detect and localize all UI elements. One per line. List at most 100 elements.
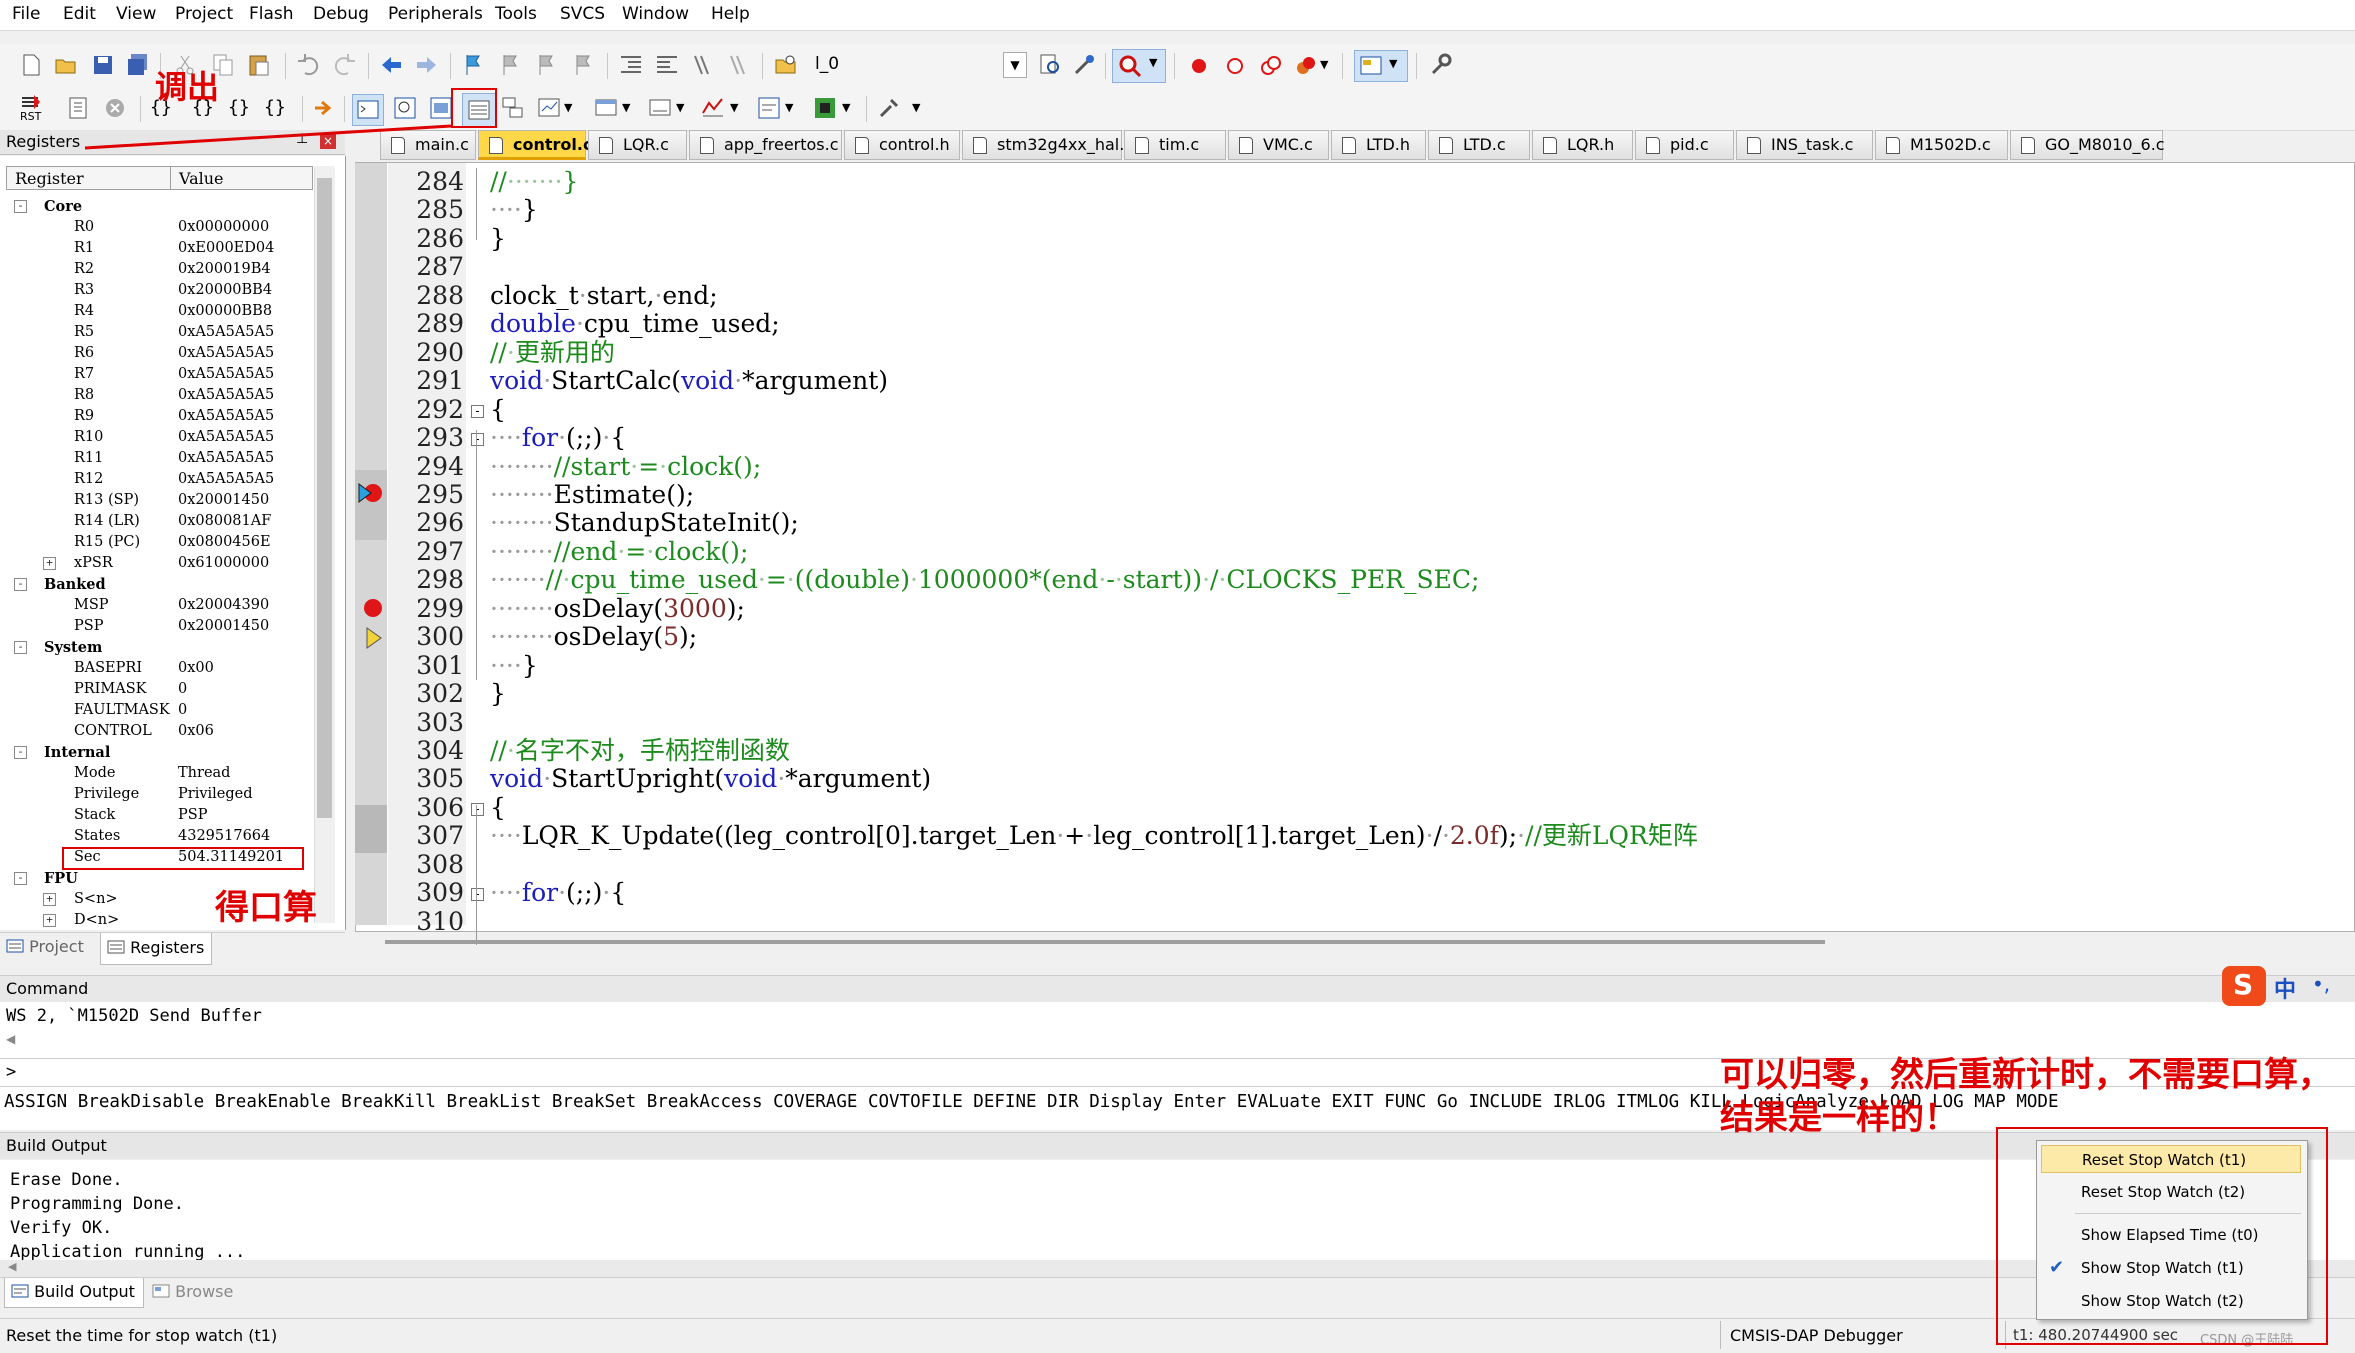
collapse-icon[interactable]: - bbox=[14, 578, 27, 591]
breakpoint-insert-icon[interactable] bbox=[1186, 53, 1212, 79]
register-row[interactable]: R8 0xA5A5A5A5 bbox=[74, 385, 274, 406]
collapse-icon[interactable]: - bbox=[14, 641, 27, 654]
call-stack-window-icon[interactable] bbox=[500, 95, 526, 121]
tab-project[interactable]: Project bbox=[6, 937, 84, 961]
code-line[interactable]: ········StandupStateInit(); bbox=[490, 509, 799, 537]
code-line[interactable]: { bbox=[490, 793, 506, 822]
code-line[interactable]: ····} bbox=[490, 651, 538, 680]
collapse-icon[interactable]: - bbox=[14, 872, 27, 885]
menu-help[interactable]: Help bbox=[711, 4, 750, 24]
fold-toggle-icon[interactable]: - bbox=[471, 802, 484, 816]
new-file-icon[interactable] bbox=[18, 52, 44, 78]
nav-back-icon[interactable] bbox=[378, 52, 404, 78]
menu-project[interactable]: Project bbox=[175, 4, 233, 24]
registers-scroll-thumb[interactable] bbox=[317, 178, 332, 818]
code-line[interactable]: } bbox=[490, 224, 506, 253]
register-row[interactable]: Stack PSP bbox=[74, 805, 207, 826]
code-line[interactable]: double·cpu_time_used; bbox=[490, 310, 780, 338]
watch-window-icon[interactable] bbox=[536, 95, 562, 121]
menu-edit[interactable]: Edit bbox=[63, 4, 96, 24]
bookmark-next-icon[interactable] bbox=[533, 52, 559, 78]
target-dropdown-arrow[interactable]: ▼ bbox=[1003, 52, 1027, 78]
step-out-icon[interactable]: {} bbox=[228, 97, 250, 118]
ime-logo[interactable]: S bbox=[2222, 966, 2266, 1006]
register-value[interactable]: 0x00 bbox=[178, 658, 214, 679]
trace-window-icon[interactable] bbox=[756, 95, 782, 121]
file-tab[interactable]: pid.c bbox=[1635, 130, 1734, 160]
register-value[interactable]: 0x20000BB4 bbox=[178, 280, 272, 301]
bookmark-prev-icon[interactable] bbox=[497, 52, 523, 78]
code-line[interactable]: ····for·(;;)·{ bbox=[490, 424, 626, 452]
code-line[interactable]: } bbox=[490, 680, 506, 708]
window-layout-button[interactable]: ▼ bbox=[1354, 50, 1408, 82]
find-icon[interactable] bbox=[1037, 52, 1063, 78]
menu-debug[interactable]: Debug bbox=[313, 4, 369, 24]
file-tab[interactable]: control.h bbox=[844, 130, 960, 160]
serial-window-icon[interactable] bbox=[647, 95, 673, 121]
file-tab[interactable]: M1502D.c bbox=[1875, 130, 2008, 160]
register-row[interactable]: R9 0xA5A5A5A5 bbox=[74, 406, 274, 427]
code-line[interactable]: ····} bbox=[490, 196, 538, 224]
fold-toggle-icon[interactable]: - bbox=[471, 888, 484, 902]
indent-icon[interactable] bbox=[618, 52, 644, 78]
register-value[interactable]: 0xA5A5A5A5 bbox=[178, 343, 274, 364]
collapse-icon[interactable]: - bbox=[14, 200, 27, 213]
editor-hscroll-thumb[interactable] bbox=[385, 940, 1825, 944]
register-group-system[interactable]: System bbox=[44, 637, 102, 658]
command-prompt[interactable]: > bbox=[6, 1062, 16, 1082]
toolbox-icon[interactable] bbox=[876, 95, 902, 121]
breakpoint-enable-icon[interactable] bbox=[1222, 53, 1248, 79]
breakpoint-icon[interactable] bbox=[362, 597, 384, 619]
find-in-files-icon[interactable] bbox=[773, 52, 799, 78]
stop-icon[interactable] bbox=[102, 95, 128, 121]
register-value[interactable]: Privileged bbox=[178, 784, 253, 805]
register-row[interactable]: xPSR 0x61000000 bbox=[74, 553, 269, 574]
register-row[interactable]: CONTROL 0x06 bbox=[74, 721, 214, 742]
code-line[interactable]: ····for·(;;)·{ bbox=[490, 879, 626, 907]
disassembly-window-icon[interactable] bbox=[392, 95, 418, 121]
open-folder-icon[interactable] bbox=[53, 52, 79, 78]
code-line[interactable]: clock_t·start,·end; bbox=[490, 281, 718, 310]
expand-icon[interactable]: + bbox=[43, 914, 56, 927]
register-row[interactable]: BASEPRI 0x00 bbox=[74, 658, 214, 679]
menu-svcs[interactable]: SVCS bbox=[560, 4, 605, 24]
fold-toggle-icon[interactable]: - bbox=[471, 433, 484, 447]
unindent-icon[interactable] bbox=[654, 52, 680, 78]
register-group-banked[interactable]: Banked bbox=[44, 574, 106, 595]
file-tab[interactable]: app_freertos.c bbox=[689, 130, 842, 160]
breakpoint-disable-all-icon[interactable] bbox=[1258, 53, 1284, 79]
nav-forward-icon[interactable] bbox=[414, 52, 440, 78]
expand-icon[interactable]: + bbox=[43, 557, 56, 570]
register-value[interactable]: 0 bbox=[178, 700, 187, 721]
command-scroll-left[interactable]: ◀ bbox=[6, 1032, 15, 1046]
register-value[interactable]: 0xA5A5A5A5 bbox=[178, 322, 274, 343]
register-row[interactable]: R11 0xA5A5A5A5 bbox=[74, 448, 274, 469]
file-tab[interactable]: LTD.c bbox=[1428, 130, 1530, 160]
register-row[interactable]: R14 (LR) 0x080081AF bbox=[74, 511, 271, 532]
menu-file[interactable]: File bbox=[12, 4, 40, 24]
file-tab[interactable]: LQR.c bbox=[588, 130, 687, 160]
bookmark-toggle-icon[interactable] bbox=[460, 52, 486, 78]
menu-view[interactable]: View bbox=[116, 4, 156, 24]
current-pc-breakpoint-icon[interactable] bbox=[357, 480, 385, 506]
breakpoint-kill-all-icon[interactable] bbox=[1293, 53, 1319, 79]
tab-registers[interactable]: Registers bbox=[100, 933, 212, 965]
file-tab[interactable]: GO_M8010_6.c bbox=[2010, 130, 2165, 160]
register-value[interactable]: 0x06 bbox=[178, 721, 214, 742]
register-value[interactable]: 0x20001450 bbox=[178, 616, 269, 637]
bookmark-clear-icon[interactable] bbox=[570, 52, 596, 78]
register-value[interactable]: 0x200019B4 bbox=[178, 259, 271, 280]
run-icon[interactable] bbox=[66, 95, 92, 121]
register-row[interactable]: S<n> bbox=[74, 889, 118, 910]
register-value[interactable]: 0xA5A5A5A5 bbox=[178, 469, 274, 490]
ime-lang-label[interactable]: 中 bbox=[2274, 972, 2296, 1004]
undo-icon[interactable] bbox=[295, 52, 321, 78]
register-row[interactable]: Mode Thread bbox=[74, 763, 230, 784]
configure-icon[interactable] bbox=[1072, 52, 1098, 78]
menu-peripherals[interactable]: Peripherals bbox=[388, 4, 483, 24]
register-value[interactable]: 0x20001450 bbox=[178, 490, 269, 511]
memory-window-icon[interactable] bbox=[593, 95, 619, 121]
system-viewer-icon[interactable] bbox=[812, 95, 838, 121]
register-row[interactable]: R10 0xA5A5A5A5 bbox=[74, 427, 274, 448]
file-tab[interactable]: INS_task.c bbox=[1736, 130, 1873, 160]
